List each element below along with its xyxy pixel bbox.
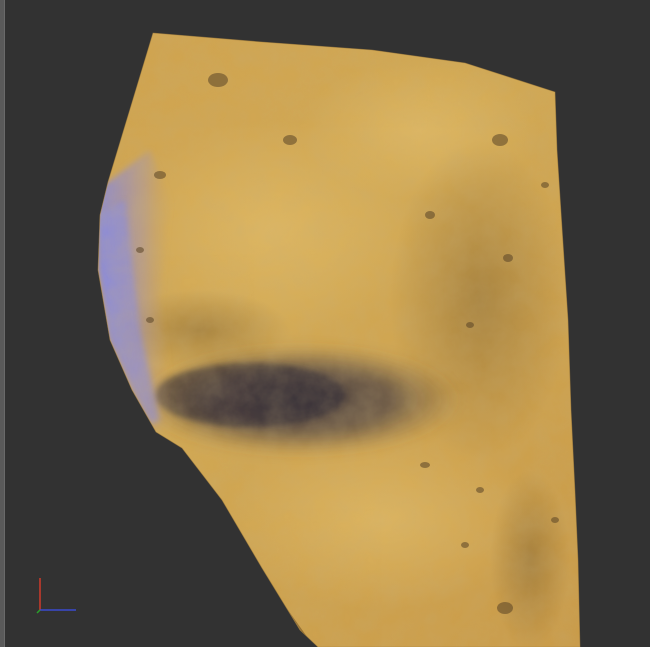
z-axis-line [36,609,41,614]
surface-texture [98,33,580,647]
axis-gizmo [36,578,76,614]
terrain-mesh[interactable] [0,0,650,647]
3d-viewport[interactable] [0,0,650,647]
